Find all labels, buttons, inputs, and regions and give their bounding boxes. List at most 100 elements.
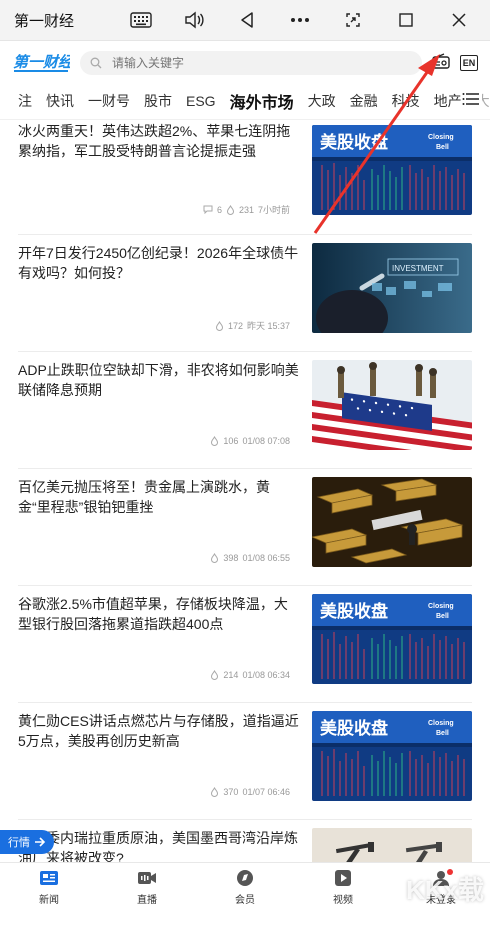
like-icon xyxy=(211,787,219,797)
bottom-nav-label: 会员 xyxy=(235,894,255,906)
like-count: 172 xyxy=(227,320,243,331)
tab-yicaihao[interactable]: 一财号 xyxy=(88,91,130,111)
article-time: 01/07 06:46 xyxy=(242,787,290,797)
tab-overseas-market[interactable]: 海外市场 xyxy=(230,89,294,113)
closing-bell-thumbnail[interactable]: 美股收盘 Closing Bell xyxy=(312,594,472,684)
market-float-label: 行情 xyxy=(8,837,30,849)
like-count: 214 xyxy=(223,670,239,680)
tab-kuaixun[interactable]: 快讯 xyxy=(46,91,74,111)
tab-gushi[interactable]: 股市 xyxy=(144,91,172,111)
keyboard-icon[interactable] xyxy=(123,6,159,34)
like-count: 106 xyxy=(223,436,239,446)
search-box[interactable] xyxy=(80,51,422,75)
market-float-tab[interactable]: 行情 xyxy=(0,830,54,854)
tab-jinrong[interactable]: 金融 xyxy=(350,91,378,111)
article-title[interactable]: 开年7日发行2450亿创纪录！2026年全球债牛有戏吗？如何投？ xyxy=(18,243,300,283)
comment-icon xyxy=(203,205,213,214)
investment-thumbnail[interactable]: INVESTMENT xyxy=(312,243,472,333)
like-count: 231 xyxy=(238,204,254,215)
bottom-nav-label: 直播 xyxy=(137,894,157,906)
article-meta: 398 01/08 06:55 xyxy=(210,553,290,563)
closing-bell-thumbnail[interactable]: 美股收盘 Closing Bell xyxy=(312,711,472,801)
search-icon xyxy=(90,57,102,69)
article-meta: 172 昨天 15:37 xyxy=(215,319,290,332)
app-header: 第一财经 EN xyxy=(0,45,490,81)
en-label: EN xyxy=(462,58,476,68)
article-meta: 106 01/08 07:08 xyxy=(210,436,290,446)
thumb-en1: Closing xyxy=(428,720,454,727)
like-count: 398 xyxy=(223,553,239,563)
en-language-icon[interactable]: EN xyxy=(460,55,478,71)
article-time: 7小时前 xyxy=(257,205,290,215)
tab-dazheng[interactable]: 大政 xyxy=(308,91,336,111)
back-triangle-icon[interactable] xyxy=(229,6,265,34)
window-title: 第一财经 xyxy=(14,12,75,30)
arrow-right-icon xyxy=(35,837,46,847)
article-item[interactable]: 百亿美元抛压将至！贵金属上演跳水，黄金“里程悲”银铂钯重挫 398 01/08 … xyxy=(18,469,472,586)
like-icon xyxy=(215,320,223,331)
article-item[interactable]: 黄仁勋CES讲话点燃芯片与存储股，道指逼近5万点，美股再创历史新高 370 01… xyxy=(18,703,472,820)
gold-bars-thumbnail[interactable] xyxy=(312,477,472,567)
like-icon xyxy=(226,204,234,215)
bottom-nav-video[interactable]: 视频 xyxy=(294,863,392,911)
watermark-text: KKx载 xyxy=(405,875,484,905)
article-item[interactable]: 冰火两重天！英伟达跌超2%、苹果七连阴拖累纳指，军工股受特朗普言论提振走强 6 … xyxy=(18,117,472,235)
article-title[interactable]: 冰火两重天！英伟达跌超2%、苹果七连阴拖累纳指，军工股受特朗普言论提振走强 xyxy=(18,121,300,161)
volume-icon[interactable] xyxy=(176,6,212,34)
article-title[interactable]: ADP止跌职位空缺却下滑，非农将如何影响美联储降息预期 xyxy=(18,360,300,400)
article-meta: 6 231 7小时前 xyxy=(203,203,290,216)
thumb-en2: Bell xyxy=(436,144,449,151)
bottom-nav-label: 新闻 xyxy=(39,894,59,906)
thumb-title-cn: 美股收盘 xyxy=(320,601,388,622)
window-titlebar: 第一财经 xyxy=(0,0,490,41)
article-item[interactable]: ADP止跌职位空缺却下滑，非农将如何影响美联储降息预期 106 01/08 07… xyxy=(18,352,472,469)
article-title[interactable]: 谷歌涨2.5%市值超苹果，存储板块降温，大型银行股回落拖累道指跌超400点 xyxy=(18,594,300,634)
video-icon xyxy=(333,869,353,887)
article-time: 01/08 06:55 xyxy=(242,553,290,563)
thumb-en2: Bell xyxy=(436,730,449,737)
thumb-en2: Bell xyxy=(436,613,449,620)
like-icon xyxy=(211,670,219,680)
like-icon xyxy=(211,436,219,446)
article-item[interactable]: 开年7日发行2450亿创纪录！2026年全球债牛有戏吗？如何投？ 172 昨天 … xyxy=(18,235,472,352)
tab-esg[interactable]: ESG xyxy=(186,93,216,109)
logo-text: 第一财经 xyxy=(13,53,70,71)
news-icon xyxy=(39,869,59,887)
bottom-nav-label: 视频 xyxy=(333,894,353,906)
us-flag-thumbnail[interactable] xyxy=(312,360,472,450)
radio-icon[interactable] xyxy=(432,52,450,74)
yicai-logo[interactable]: 第一财经 xyxy=(12,50,70,76)
thumb-title-cn: 美股收盘 xyxy=(320,718,388,739)
article-list: 冰火两重天！英伟达跌超2%、苹果七连阴拖累纳指，军工股受特朗普言论提振走强 6 … xyxy=(0,117,490,936)
bottom-nav-news[interactable]: 新闻 xyxy=(0,863,98,911)
bottom-nav-live[interactable]: 直播 xyxy=(98,863,196,911)
maximize-icon[interactable] xyxy=(388,6,424,34)
thumb-title-cn: 美股收盘 xyxy=(320,132,388,153)
tab-dichan[interactable]: 地产 xyxy=(434,91,462,111)
closing-bell-thumbnail[interactable]: 美股收盘 Closing Bell xyxy=(312,125,472,215)
more-dots-icon[interactable] xyxy=(282,6,318,34)
bottom-nav-member[interactable]: 会员 xyxy=(196,863,294,911)
member-icon xyxy=(235,869,255,887)
tab-zhu[interactable]: 注 xyxy=(18,91,32,111)
tab-keji[interactable]: 科技 xyxy=(392,91,420,111)
category-tabs: 注 快讯 一财号 股市 ESG 海外市场 大政 金融 科技 地产 大消 xyxy=(0,83,490,120)
article-meta: 370 01/07 06:46 xyxy=(210,787,290,797)
like-icon xyxy=(211,553,219,563)
article-time: 昨天 15:37 xyxy=(246,321,290,331)
search-input[interactable] xyxy=(110,55,314,71)
article-title[interactable]: 百亿美元抛压将至！贵金属上演跳水，黄金“里程悲”银铂钯重挫 xyxy=(18,477,300,517)
comment-count: 6 xyxy=(216,204,222,215)
article-meta: 214 01/08 06:34 xyxy=(210,670,290,680)
live-icon xyxy=(137,869,157,887)
close-icon[interactable] xyxy=(441,6,477,34)
popout-icon[interactable] xyxy=(335,6,371,34)
article-item[interactable]: 谷歌涨2.5%市值超苹果，存储板块降温，大型银行股回落拖累道指跌超400点 21… xyxy=(18,586,472,703)
thumb-en1: Closing xyxy=(428,134,454,141)
article-time: 01/08 07:08 xyxy=(242,436,290,446)
article-time: 01/08 06:34 xyxy=(242,670,290,680)
thumb-en1: Closing xyxy=(428,603,454,610)
menu-icon[interactable] xyxy=(462,91,482,111)
article-title[interactable]: 黄仁勋CES讲话点燃芯片与存储股，道指逼近5万点，美股再创历史新高 xyxy=(18,711,300,751)
like-count: 370 xyxy=(223,787,239,797)
